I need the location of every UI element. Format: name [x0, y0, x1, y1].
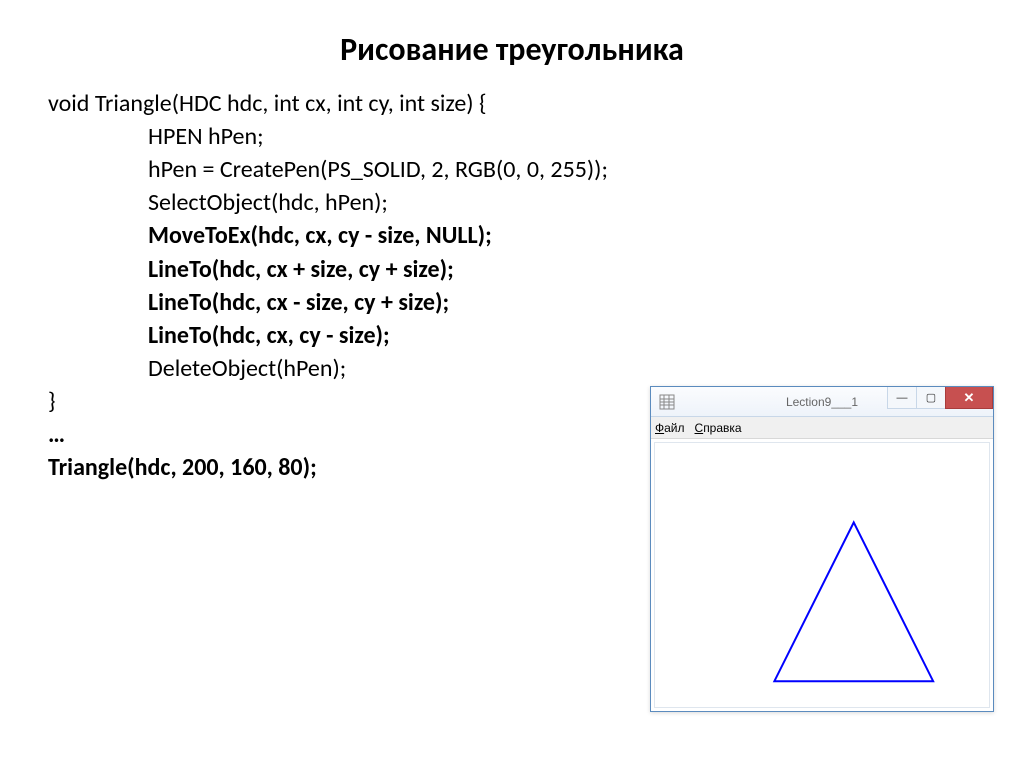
client-area — [654, 442, 990, 708]
code-line: LineTo(hdc, cx, cy - size); — [48, 319, 1024, 352]
slide-title: Рисование треугольника — [0, 0, 1024, 87]
minimize-button[interactable]: — — [887, 387, 917, 409]
code-line: LineTo(hdc, cx - size, cy + size); — [48, 286, 1024, 319]
app-window: Lection9___1 — ▢ ✕ Файл Справка — [650, 386, 994, 712]
menubar: Файл Справка — [651, 417, 993, 439]
menu-help[interactable]: Справка — [695, 421, 742, 435]
window-controls: — ▢ ✕ — [888, 387, 993, 409]
code-line: LineTo(hdc, cx + size, cy + size); — [48, 253, 1024, 286]
code-line: void Triangle(HDC hdc, int cx, int cy, i… — [48, 87, 1024, 120]
titlebar[interactable]: Lection9___1 — ▢ ✕ — [651, 387, 993, 417]
menu-file[interactable]: Файл — [655, 421, 685, 435]
app-icon — [659, 394, 675, 410]
close-button[interactable]: ✕ — [945, 387, 993, 409]
menu-help-rest: правка — [703, 421, 741, 435]
menu-help-accel: С — [695, 421, 704, 435]
triangle-drawing — [655, 443, 989, 707]
code-line: hPen = CreatePen(PS_SOLID, 2, RGB(0, 0, … — [48, 153, 1024, 186]
menu-file-rest: айл — [664, 421, 684, 435]
maximize-button[interactable]: ▢ — [916, 387, 946, 409]
code-line: SelectObject(hdc, hPen); — [48, 186, 1024, 219]
code-line: DeleteObject(hPen); — [48, 352, 1024, 385]
menu-file-accel: Ф — [655, 421, 664, 435]
code-line: MoveToEx(hdc, cx, cy - size, NULL); — [48, 219, 1024, 252]
code-line: HPEN hPen; — [48, 120, 1024, 153]
